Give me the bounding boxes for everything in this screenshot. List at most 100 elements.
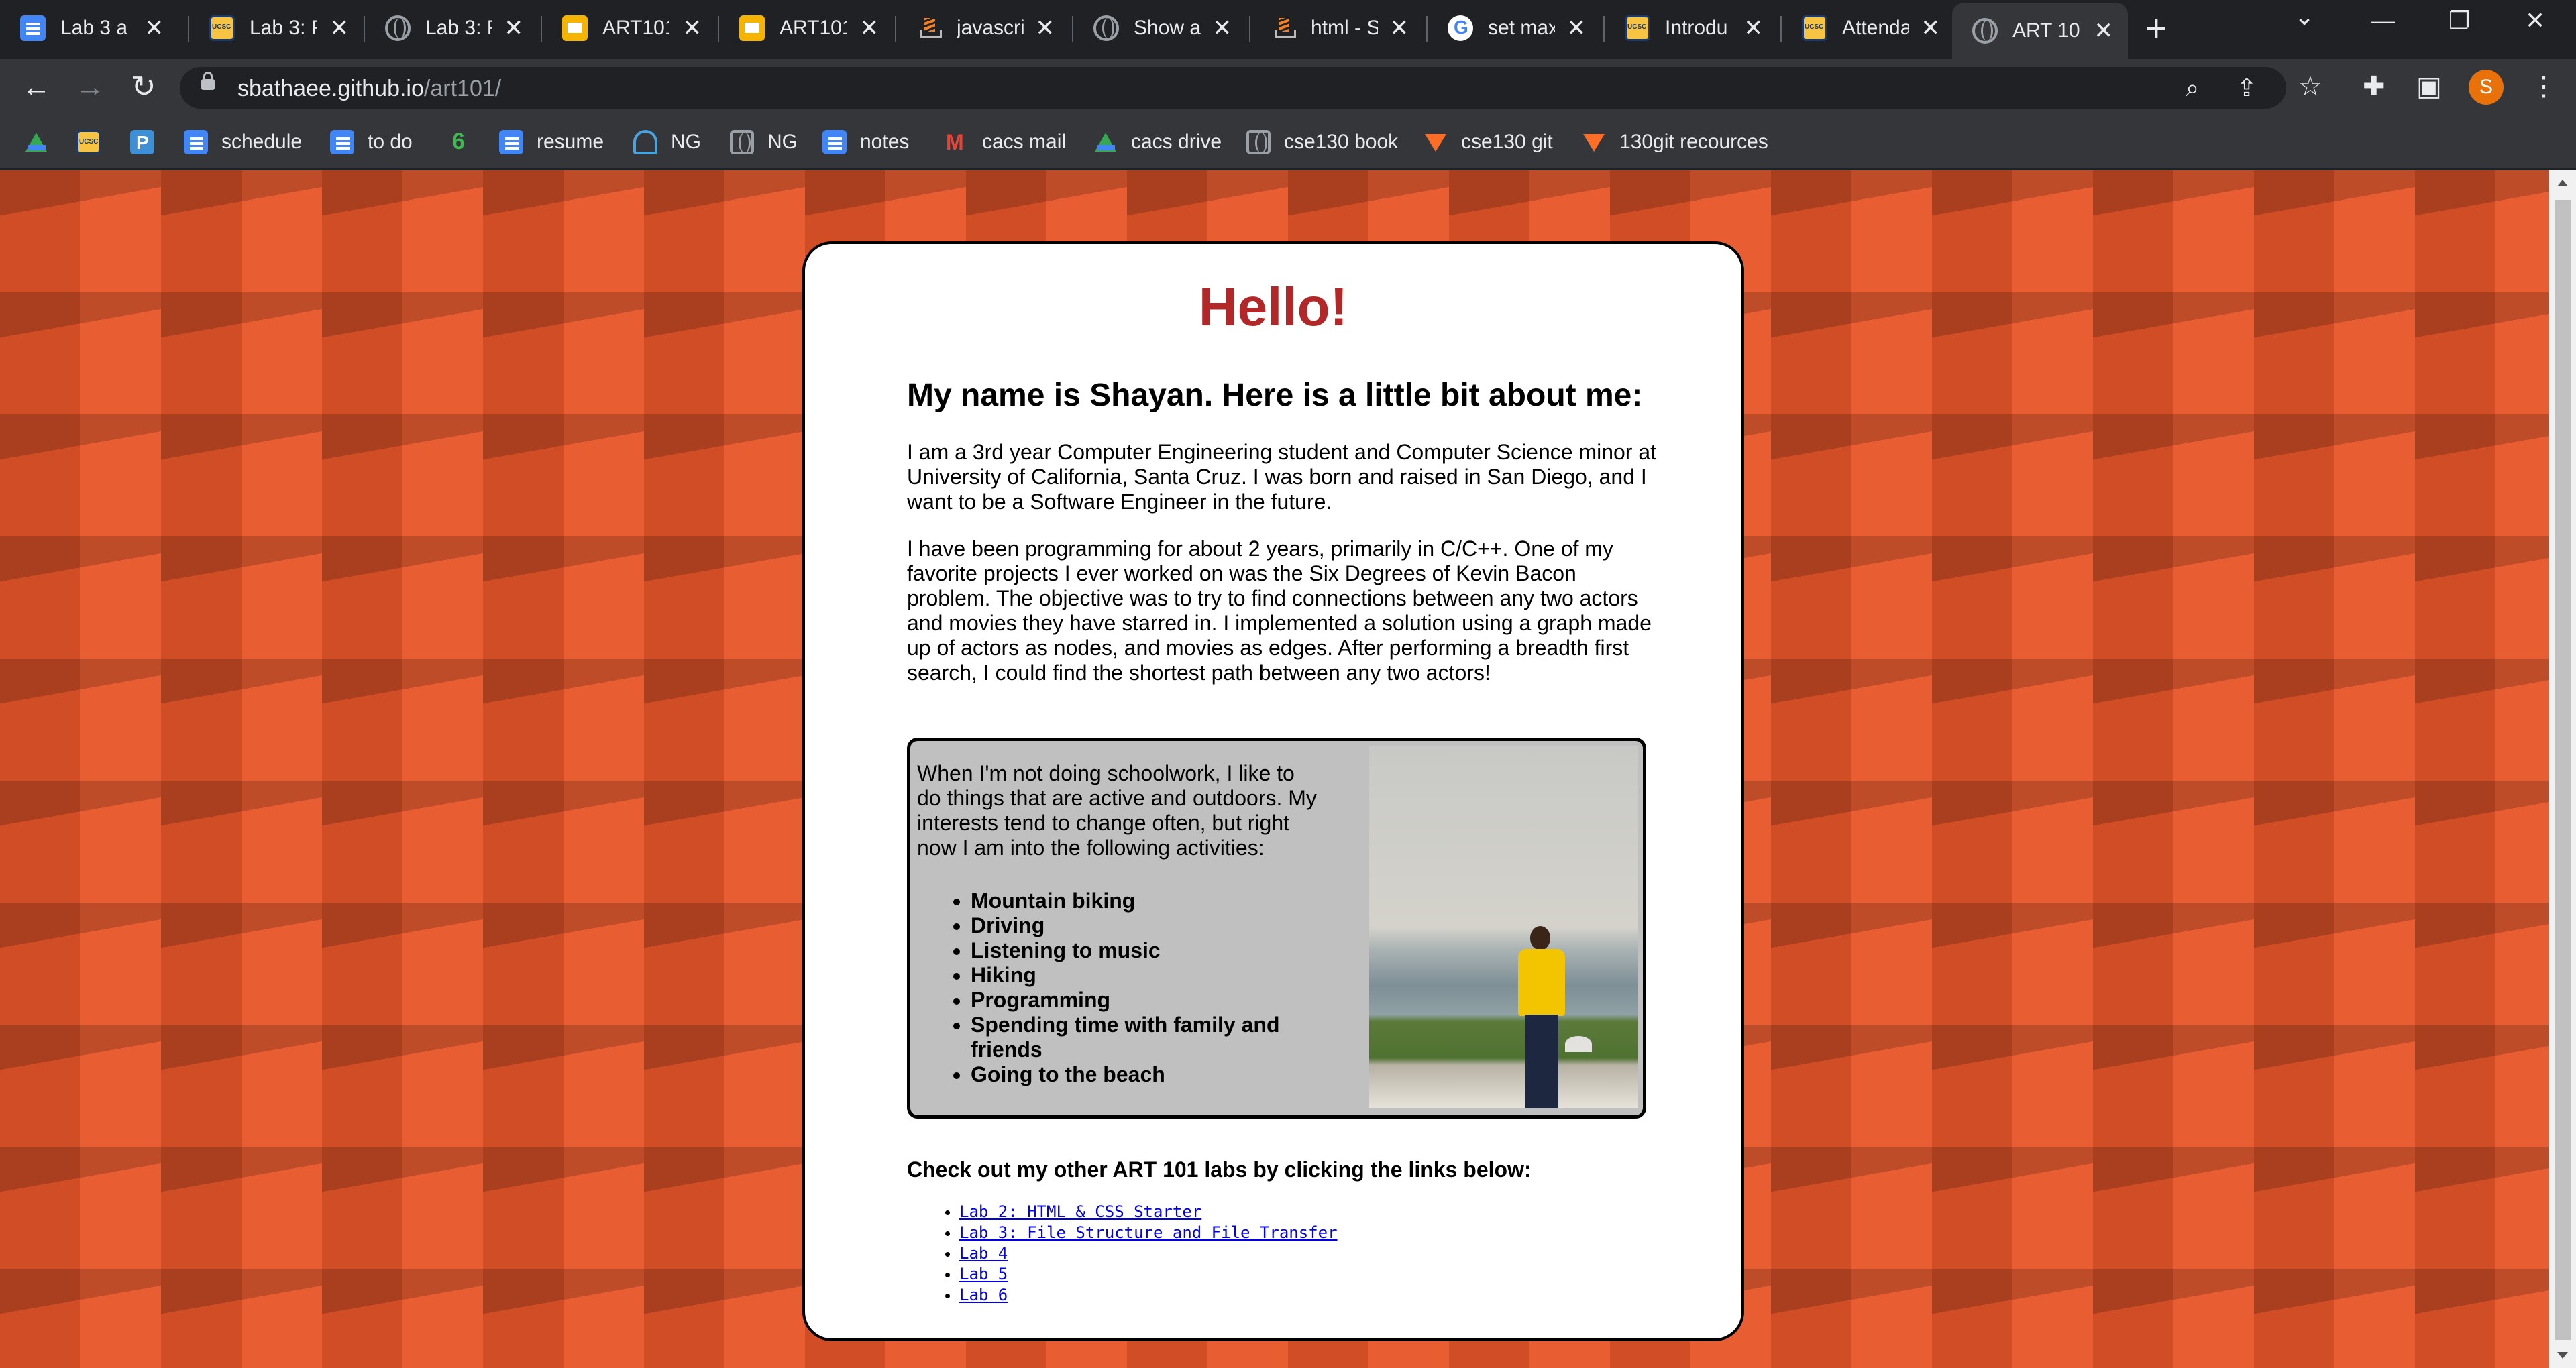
zoom-icon[interactable]: ⌕ xyxy=(2186,74,2199,103)
lock-icon[interactable] xyxy=(201,72,215,90)
bookmark-to-do[interactable]: to do xyxy=(330,127,413,157)
tab-lab3-doc[interactable]: Lab 3 ar ✕ xyxy=(0,0,178,56)
tab-title: ART101 xyxy=(602,17,669,39)
menu-icon[interactable]: ⋮ xyxy=(2530,71,2557,102)
side-panel-icon[interactable]: ▣ xyxy=(2416,71,2442,102)
bookmark-star-icon[interactable]: ☆ xyxy=(2298,71,2322,102)
extensions-icon[interactable]: ✚ xyxy=(2363,71,2385,102)
bookmark-cse130-git[interactable]: cse130 git xyxy=(1424,127,1553,157)
url-path: /art101/ xyxy=(423,76,502,101)
drive-icon xyxy=(24,130,48,154)
close-icon[interactable]: ✕ xyxy=(504,15,524,42)
ucsc-icon xyxy=(76,130,101,154)
close-icon[interactable]: ✕ xyxy=(330,15,350,42)
tab-javascript[interactable]: javascrip ✕ xyxy=(896,0,1069,56)
tab-title: html - S xyxy=(1311,17,1378,39)
close-icon[interactable]: ✕ xyxy=(860,15,879,42)
bookmark-cacs-mail[interactable]: cacs mail xyxy=(945,127,1066,157)
labs-list: Lab 2: HTML & CSS Starter Lab 3: File St… xyxy=(959,1202,1338,1306)
bookmark-130git-recources[interactable]: 130git recources xyxy=(1582,127,1768,157)
bookmark-ng-1[interactable]: NG xyxy=(633,127,701,157)
new-tab-button[interactable]: + xyxy=(2145,9,2167,47)
lab2-link[interactable]: Lab 2: HTML & CSS Starter xyxy=(959,1202,1201,1221)
tab-attendance[interactable]: Attenda ✕ xyxy=(1782,0,1955,56)
close-icon[interactable]: ✕ xyxy=(683,15,702,42)
url-text[interactable]: sbathaee.github.io/art101/ xyxy=(237,76,501,102)
tab-art101-2[interactable]: ART101 ✕ xyxy=(719,0,894,56)
gitlab-icon xyxy=(1424,130,1448,154)
close-icon[interactable]: ✕ xyxy=(1921,15,1941,42)
tab-title: set max xyxy=(1488,17,1555,39)
close-icon[interactable]: ✕ xyxy=(2094,17,2114,44)
tab-title: Introdu xyxy=(1665,17,1728,39)
bookmark-ucsc[interactable] xyxy=(76,127,114,157)
tab-show-ar[interactable]: Show ar ✕ xyxy=(1073,0,1246,56)
bookmark-ng-2[interactable]: NG xyxy=(730,127,798,157)
window-close-button[interactable]: ✕ xyxy=(2525,7,2545,35)
bookmark-label: cacs drive xyxy=(1131,131,1222,153)
back-button[interactable]: ← xyxy=(19,70,54,105)
doc-icon xyxy=(499,130,523,154)
bookmark-leaf[interactable] xyxy=(447,127,484,157)
lab4-link[interactable]: Lab 4 xyxy=(959,1244,1008,1263)
person-head xyxy=(1530,926,1550,950)
bookmark-label: schedule xyxy=(221,131,303,153)
slides-icon xyxy=(562,15,588,41)
doc-icon xyxy=(184,130,208,154)
lamp-fixture xyxy=(1565,1036,1592,1052)
bookmark-schedule[interactable]: schedule xyxy=(184,127,302,157)
tab-lab3-globe[interactable]: Lab 3: F ✕ xyxy=(365,0,538,56)
close-icon[interactable]: ✕ xyxy=(1744,15,1764,42)
bookmark-drive[interactable] xyxy=(24,127,62,157)
lab3-link[interactable]: Lab 3: File Structure and File Transfer xyxy=(959,1223,1338,1242)
bookmark-cacs-drive[interactable]: cacs drive xyxy=(1093,127,1222,157)
tab-art101-1[interactable]: ART101 ✕ xyxy=(542,0,716,56)
restore-button[interactable]: ❐ xyxy=(2449,7,2470,35)
lab6-link[interactable]: Lab 6 xyxy=(959,1286,1008,1304)
tab-intro[interactable]: Introdu ✕ xyxy=(1605,0,1778,56)
close-icon[interactable]: ✕ xyxy=(1390,15,1409,42)
slides-icon xyxy=(739,15,765,41)
bookmarks-bar: schedule to do resume NG NG notes cacs m… xyxy=(0,115,2576,169)
close-icon[interactable]: ✕ xyxy=(1036,15,1055,42)
reload-button[interactable]: ↻ xyxy=(126,70,161,105)
globe-icon xyxy=(1972,18,1998,44)
globe-icon xyxy=(1246,130,1271,154)
content-card: Hello! My name is Shayan. Here is a litt… xyxy=(802,241,1744,1341)
minimize-button[interactable]: — xyxy=(2371,7,2395,35)
close-icon[interactable]: ✕ xyxy=(1567,15,1587,42)
forward-button[interactable]: → xyxy=(72,70,107,105)
tab-art101-active[interactable]: ART 10 ✕ xyxy=(1952,3,2128,59)
scrollbar-thumb[interactable] xyxy=(2555,200,2571,1340)
person-pants xyxy=(1525,1015,1558,1108)
scroll-down-arrow-icon[interactable] xyxy=(2557,1352,2568,1359)
doc-icon xyxy=(330,130,354,154)
list-item: Listening to music xyxy=(971,938,1313,963)
bookmark-cse130-book[interactable]: cse130 book xyxy=(1246,127,1398,157)
close-icon[interactable]: ✕ xyxy=(1213,15,1232,42)
page-scrollbar[interactable] xyxy=(2549,170,2576,1368)
doc-icon xyxy=(822,130,847,154)
globe-icon xyxy=(385,15,411,41)
tab-set-max[interactable]: set max ✕ xyxy=(1428,0,1601,56)
tab-lab3-ucsc[interactable]: Lab 3: F ✕ xyxy=(189,0,364,56)
bookmark-notes[interactable]: notes xyxy=(822,127,909,157)
list-item: Lab 4 xyxy=(959,1243,1338,1264)
bookmark-resume[interactable]: resume xyxy=(499,127,604,157)
hobbies-intro: When I'm not doing schoolwork, I like to… xyxy=(917,761,1317,860)
share-icon[interactable]: ⇪ xyxy=(2237,74,2257,102)
address-bar[interactable]: sbathaee.github.io/art101/ ⌕ ⇪ xyxy=(180,67,2286,109)
beach-photo xyxy=(1369,746,1638,1108)
bookmark-label: to do xyxy=(368,131,413,153)
lab5-link[interactable]: Lab 5 xyxy=(959,1265,1008,1284)
list-item: Spending time with family and friends xyxy=(971,1013,1313,1062)
close-icon[interactable]: ✕ xyxy=(145,15,164,42)
bookmark-p[interactable] xyxy=(130,127,168,157)
bookmark-label: cse130 book xyxy=(1284,131,1399,153)
ng-icon xyxy=(633,130,657,154)
tab-html-so[interactable]: html - S ✕ xyxy=(1250,0,1424,56)
scroll-up-arrow-icon[interactable] xyxy=(2557,180,2568,186)
list-item: Going to the beach xyxy=(971,1062,1313,1087)
profile-avatar[interactable]: S xyxy=(2469,70,2504,105)
tab-search-icon[interactable]: ⌄ xyxy=(2294,3,2314,31)
